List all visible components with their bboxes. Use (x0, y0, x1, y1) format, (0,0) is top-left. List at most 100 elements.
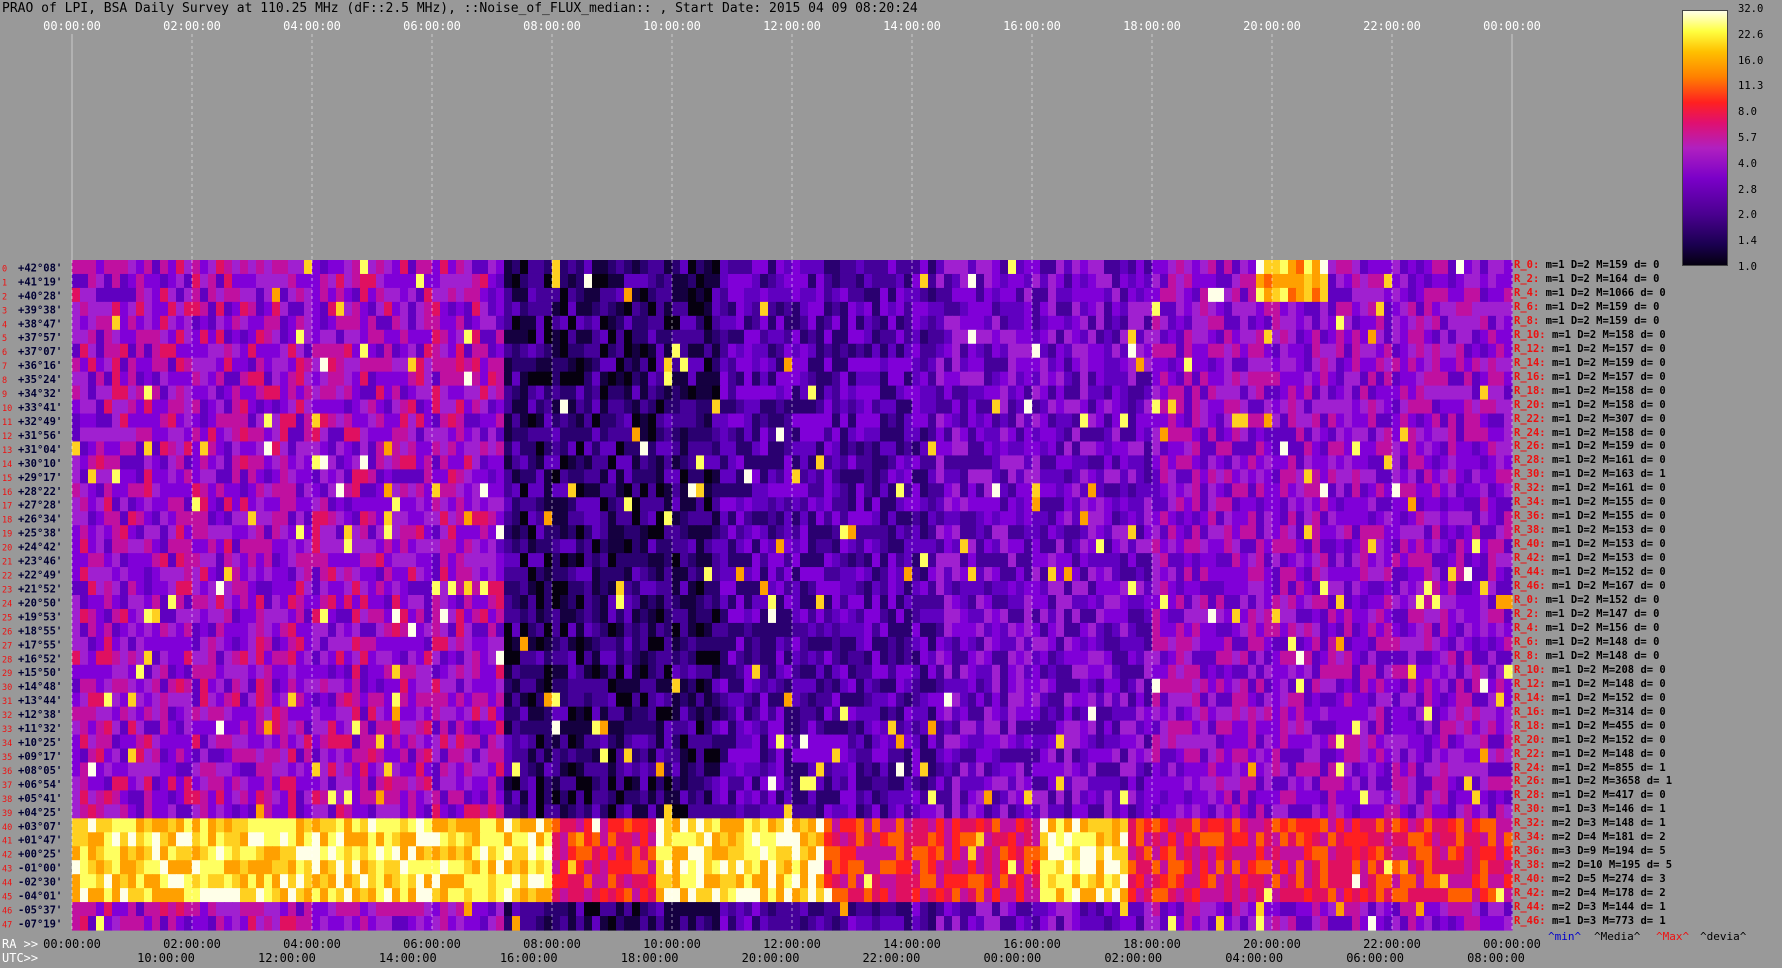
heatmap-cell (1464, 315, 1473, 331)
heatmap-cell (560, 581, 569, 596)
heatmap-cell (1048, 343, 1057, 359)
heatmap-cell (120, 441, 129, 457)
heatmap-cell (1272, 371, 1281, 387)
heatmap-cell (192, 567, 201, 582)
heatmap-cell (896, 343, 905, 359)
heatmap-cell (856, 441, 865, 457)
heatmap-cell (416, 469, 425, 484)
heatmap-cell (96, 301, 105, 317)
heatmap-cell (1128, 581, 1137, 596)
heatmap-cell (480, 525, 489, 540)
heatmap-cell (872, 413, 881, 429)
heatmap-cell (696, 539, 705, 554)
heatmap-cell (1312, 273, 1321, 289)
heatmap-cell (1272, 399, 1281, 415)
heatmap-cell (152, 399, 161, 415)
heatmap-cell (80, 636, 89, 652)
heatmap-cell (824, 287, 833, 303)
heatmap-cell (920, 497, 929, 512)
heatmap-cell (1128, 301, 1137, 317)
heatmap-cell (392, 413, 401, 429)
heatmap-cell (824, 553, 833, 568)
heatmap-cell (272, 343, 281, 359)
heatmap-cell (1288, 608, 1297, 624)
heatmap-cell (1144, 427, 1153, 443)
heatmap-cell (208, 385, 217, 401)
heatmap-cell (232, 539, 241, 554)
heatmap-cell (1128, 371, 1137, 387)
heatmap-cell (952, 260, 961, 275)
heatmap-cell (1080, 287, 1089, 303)
heatmap-cell (672, 287, 681, 303)
heatmap-cell (320, 553, 329, 568)
heatmap-cell (1152, 371, 1161, 387)
heatmap-cell (1024, 497, 1033, 512)
heatmap-cell (592, 483, 601, 498)
heatmap-cell (1224, 357, 1233, 373)
heatmap-cell (360, 539, 369, 554)
heatmap-cell (328, 567, 337, 582)
heatmap-cell (912, 273, 921, 289)
heatmap-cell (456, 260, 465, 275)
heatmap-cell (1280, 399, 1289, 415)
heatmap-cell (368, 371, 377, 387)
heatmap-cell (1208, 567, 1217, 582)
heatmap-cell (1392, 371, 1401, 387)
heatmap-cell (648, 441, 657, 457)
heatmap-cell (200, 260, 209, 275)
heatmap-cell (272, 595, 281, 610)
heatmap-cell (752, 622, 761, 638)
heatmap-cell (1264, 497, 1273, 512)
heatmap-cell (1168, 567, 1177, 582)
heatmap-cell (128, 301, 137, 317)
heatmap-cell (1400, 287, 1409, 303)
heatmap-cell (208, 553, 217, 568)
heatmap-cell (1240, 567, 1249, 582)
heatmap-cell (1184, 469, 1193, 484)
heatmap-cell (776, 608, 785, 624)
heatmap-cell (312, 469, 321, 484)
heatmap-cell (816, 483, 825, 498)
heatmap-cell (144, 287, 153, 303)
heatmap-cell (1000, 483, 1009, 498)
heatmap-cell (1136, 273, 1145, 289)
heatmap-cell (904, 357, 913, 373)
heatmap-cell (88, 287, 97, 303)
heatmap-cell (672, 539, 681, 554)
heatmap-cell (88, 399, 97, 415)
heatmap-cell (992, 427, 1001, 443)
heatmap-cell (448, 385, 457, 401)
heatmap-cell (848, 581, 857, 596)
heatmap-cell (1056, 553, 1065, 568)
heatmap-cell (1264, 399, 1273, 415)
heatmap-cell (952, 511, 961, 526)
heatmap-cell (456, 469, 465, 484)
heatmap-cell (248, 608, 257, 624)
heatmap-cell (336, 567, 345, 582)
heatmap-cell (696, 385, 705, 401)
heatmap-cell (968, 260, 977, 275)
heatmap-cell (792, 608, 801, 624)
heatmap-cell (1184, 301, 1193, 317)
heatmap-cell (312, 497, 321, 512)
heatmap-cell (848, 399, 857, 415)
heatmap-cell (984, 469, 993, 484)
heatmap-cell (1240, 525, 1249, 540)
heatmap-cell (1456, 539, 1465, 554)
heatmap-cell (1256, 413, 1265, 429)
heatmap-cell (648, 260, 657, 275)
heatmap-cell (352, 441, 361, 457)
heatmap-cell (928, 371, 937, 387)
heatmap-cell (568, 301, 577, 317)
heatmap-cell (1016, 497, 1025, 512)
heatmap-cell (304, 511, 313, 526)
heatmap-cell (1120, 357, 1129, 373)
heatmap-cell (1400, 483, 1409, 498)
heatmap-cell (80, 343, 89, 359)
heatmap-cell (1256, 301, 1265, 317)
heatmap-cell (760, 469, 769, 484)
heatmap-cell (1144, 301, 1153, 317)
heatmap-cell (824, 273, 833, 289)
heatmap-cell (560, 539, 569, 554)
heatmap-cell (1416, 455, 1425, 470)
